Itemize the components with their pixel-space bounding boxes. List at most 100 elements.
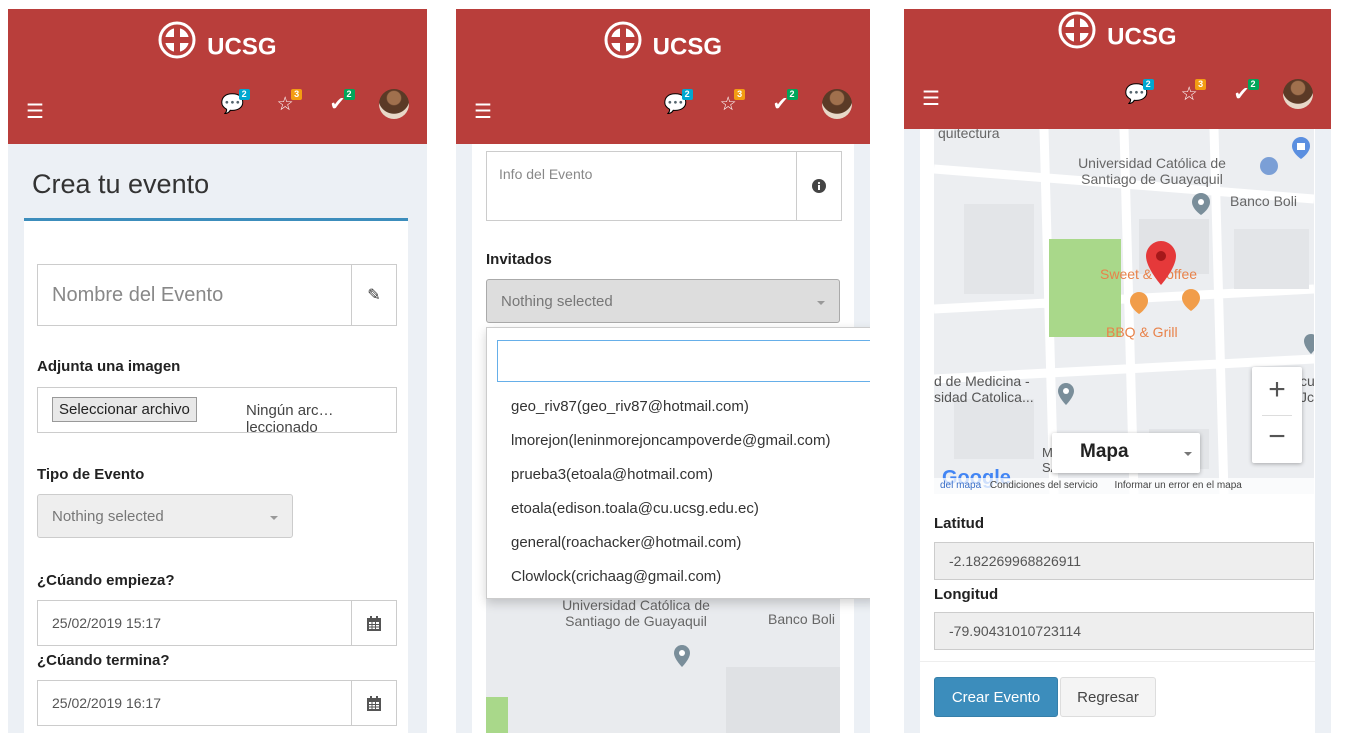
pencil-icon: ✎	[351, 265, 396, 325]
divider	[920, 661, 1315, 662]
map-data-link[interactable]: del mapa	[940, 480, 981, 491]
info-icon	[796, 152, 841, 220]
event-type-value: Nothing selected	[52, 507, 164, 525]
ucsg-logo-icon	[1058, 11, 1096, 64]
map-label-top: quitectura	[938, 129, 1000, 141]
create-event-button[interactable]: Crear Evento	[934, 677, 1058, 717]
map-report-link[interactable]: Informar un error en el mapa	[1115, 480, 1242, 491]
restaurant-icon	[1130, 292, 1148, 319]
brand-name: UCSG	[652, 33, 722, 61]
start-datetime-value: 25/02/2019 15:17	[52, 615, 161, 631]
longitude-label: Longitud	[934, 586, 999, 603]
end-datetime-field[interactable]: 25/02/2019 16:17	[37, 680, 397, 726]
messages-badge: 2	[681, 89, 693, 100]
map-shopping-icon	[1292, 137, 1310, 164]
messages-icon[interactable]: 💬 2	[220, 89, 250, 119]
check-icon[interactable]: ✔ 2	[325, 89, 355, 119]
event-name-placeholder: Nombre del Evento	[52, 283, 224, 306]
guests-select[interactable]: Nothing selected	[486, 279, 840, 323]
app-header: UCSG ☰ 💬 2 ☆ 3 ✔ 2	[904, 9, 1331, 129]
zoom-out-icon[interactable]: −	[1252, 415, 1302, 463]
guest-option[interactable]: general(roachacker@hotmail.com)	[511, 534, 741, 551]
map-terms-link[interactable]: Condiciones del servicio	[990, 480, 1098, 491]
map-fragment: Universidad Católica de Santiago de Guay…	[486, 597, 840, 733]
avatar[interactable]	[379, 89, 409, 119]
messages-icon[interactable]: 💬 2	[663, 89, 693, 119]
check-icon[interactable]: ✔ 2	[768, 89, 798, 119]
guest-option[interactable]: lmorejon(leninmorejoncampoverde@gmail.co…	[511, 432, 831, 449]
back-button[interactable]: Regresar	[1060, 677, 1156, 717]
start-datetime-field[interactable]: 25/02/2019 15:17	[37, 600, 397, 646]
file-input[interactable]: Seleccionar archivo Ningún arc…leccionad…	[37, 387, 397, 436]
event-info-placeholder: Info del Evento	[499, 166, 593, 182]
phone-screen-guests: UCSG ☰ 💬 2 ☆ 3 ✔ 2 Info del Evento Invitado…	[456, 9, 870, 733]
longitude-field[interactable]: -79.90431010723114	[934, 612, 1314, 650]
calendar-icon[interactable]	[351, 601, 396, 645]
map-university-label: Universidad Católica de Santiago de Guay…	[1078, 155, 1226, 187]
guest-option[interactable]: geo_riv87(geo_riv87@hotmail.com)	[511, 398, 749, 415]
event-type-select[interactable]: Nothing selected	[37, 494, 293, 538]
end-label: ¿Cúando termina?	[37, 652, 170, 669]
map-pin-icon	[1058, 383, 1074, 410]
latitude-field[interactable]: -2.182269968826911	[934, 542, 1314, 580]
guest-option[interactable]: prueba3(etoala@hotmail.com)	[511, 466, 713, 483]
guests-label: Invitados	[486, 251, 552, 268]
brand[interactable]: UCSG	[904, 11, 1331, 55]
tasks-badge: 2	[786, 89, 798, 100]
phone-screen-location: quitectura Universidad Católica de Santi…	[904, 9, 1331, 733]
ucsg-logo-icon	[604, 21, 642, 74]
map-zoom-controls: + −	[1252, 367, 1302, 463]
star-icon[interactable]: ☆ 3	[715, 89, 746, 119]
map-university-label: Universidad Católica de Santiago de Guay…	[562, 597, 710, 629]
messages-badge: 2	[1142, 79, 1154, 90]
select-file-button[interactable]: Seleccionar archivo	[52, 397, 197, 422]
file-status-text: Ningún arc…leccionado	[246, 402, 334, 436]
hamburger-icon[interactable]: ☰	[474, 102, 492, 122]
chevron-down-icon	[817, 301, 825, 305]
latitude-value: -2.182269968826911	[949, 553, 1082, 569]
image-label: Adjunta una imagen	[37, 358, 181, 375]
navbar-icons: 💬 2 ☆ 3 ✔ 2	[198, 89, 409, 129]
tasks-badge: 2	[343, 89, 355, 100]
star-icon[interactable]: ☆ 3	[1176, 79, 1207, 109]
brand-name: UCSG	[1107, 23, 1177, 51]
avatar[interactable]	[822, 89, 852, 119]
brand-name: UCSG	[207, 33, 277, 61]
favorites-badge: 3	[1195, 79, 1207, 90]
event-name-field[interactable]: Nombre del Evento ✎	[37, 264, 397, 326]
map-type-select[interactable]: Mapa	[1052, 433, 1200, 473]
guest-option[interactable]: Clowlock(crichaag@gmail.com)	[511, 568, 721, 585]
avatar[interactable]	[1283, 79, 1313, 109]
page-title: Crea tu evento	[32, 169, 210, 199]
map-poi-icon	[1260, 157, 1278, 180]
hamburger-icon[interactable]: ☰	[922, 89, 940, 109]
restaurant-icon	[1182, 289, 1200, 316]
map-pin-icon	[674, 645, 690, 672]
end-datetime-value: 25/02/2019 16:17	[52, 695, 161, 711]
longitude-value: -79.90431010723114	[949, 623, 1082, 639]
guests-search-input[interactable]	[497, 340, 870, 382]
brand[interactable]: UCSG	[8, 21, 427, 65]
guests-select-value: Nothing selected	[501, 292, 613, 310]
zoom-in-icon[interactable]: +	[1252, 367, 1302, 415]
guest-option[interactable]: etoala(edison.toala@cu.ucsg.edu.ec)	[511, 500, 759, 517]
messages-badge: 2	[238, 89, 250, 100]
chevron-down-icon	[270, 516, 278, 520]
latitude-label: Latitud	[934, 515, 984, 532]
app-header: UCSG ☰ 💬 2 ☆ 3 ✔ 2	[8, 9, 427, 144]
event-info-textarea[interactable]: Info del Evento	[486, 151, 842, 221]
tasks-badge: 2	[1247, 79, 1259, 90]
brand[interactable]: UCSG	[456, 21, 870, 65]
calendar-icon[interactable]	[351, 681, 396, 725]
hamburger-icon[interactable]: ☰	[26, 102, 44, 122]
start-label: ¿Cúando empieza?	[37, 572, 175, 589]
phone-screen-create-event: UCSG ☰ 💬 2 ☆ 3 ✔ 2 Crea tu evento Nombre de…	[8, 9, 427, 733]
map-footer: del mapa Condiciones del servicio Inform…	[934, 478, 1314, 494]
messages-icon[interactable]: 💬 2	[1124, 79, 1154, 109]
check-icon[interactable]: ✔ 2	[1229, 79, 1259, 109]
favorites-badge: 3	[291, 89, 303, 100]
map-pin-icon	[1192, 193, 1210, 220]
map-grill-label: BBQ & Grill	[1106, 324, 1178, 340]
star-icon[interactable]: ☆ 3	[272, 89, 303, 119]
chevron-down-icon	[1184, 452, 1192, 456]
